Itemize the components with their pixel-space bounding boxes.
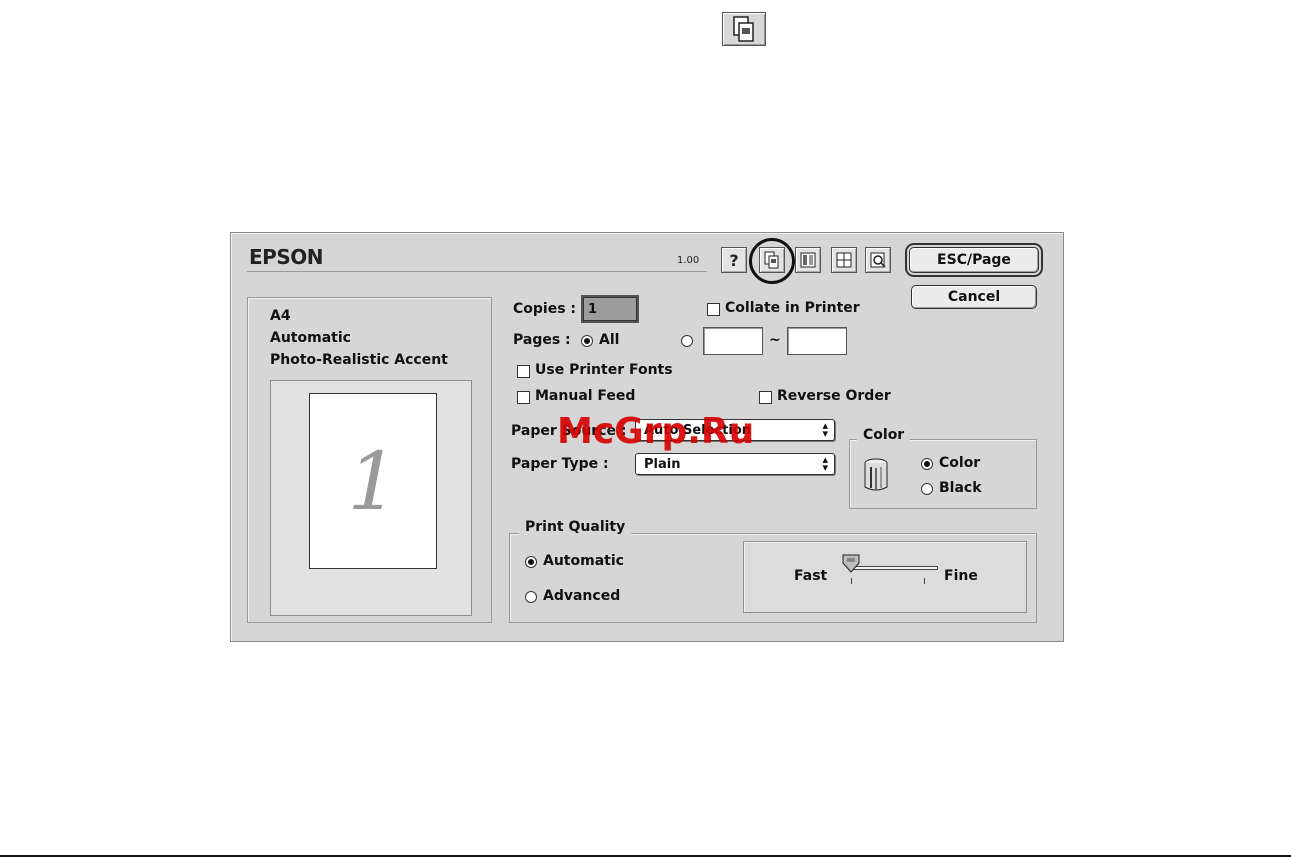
pages-range-separator: ~ bbox=[769, 332, 781, 348]
page-preview-frame: 1 bbox=[270, 380, 472, 616]
pages-all-radio[interactable] bbox=[581, 335, 593, 347]
quality-advanced-label: Advanced bbox=[543, 588, 621, 604]
summary-mode: Automatic bbox=[270, 330, 351, 346]
paper-type-select[interactable]: Plain ▴ ▾ bbox=[635, 453, 835, 475]
help-icon: ? bbox=[729, 250, 739, 270]
pages-all-label: All bbox=[599, 332, 620, 348]
manual-feed-checkbox[interactable] bbox=[517, 391, 530, 404]
print-quality-title: Print Quality bbox=[519, 519, 632, 535]
overlay-icon bbox=[800, 252, 816, 268]
pages-range-radio[interactable] bbox=[681, 335, 693, 347]
pages-from-input[interactable] bbox=[703, 327, 763, 355]
quality-automatic-radio[interactable] bbox=[525, 556, 537, 568]
manual-feed-label: Manual Feed bbox=[535, 388, 636, 404]
black-radio-label: Black bbox=[939, 480, 982, 496]
quality-slider-track[interactable] bbox=[852, 566, 938, 570]
summary-paper: A4 bbox=[270, 308, 291, 324]
slider-fast-label: Fast bbox=[794, 568, 828, 584]
color-radio-label: Color bbox=[939, 455, 981, 471]
page-setup-button[interactable] bbox=[831, 247, 857, 273]
driver-version: 1.00 bbox=[677, 255, 700, 266]
copies-label: Copies : bbox=[513, 301, 577, 317]
page-preview-number: 1 bbox=[347, 434, 399, 528]
use-printer-fonts-checkbox[interactable] bbox=[517, 365, 530, 378]
ink-cartridge-icon bbox=[863, 457, 889, 493]
pages-to-input[interactable] bbox=[787, 327, 847, 355]
preview-icon bbox=[870, 252, 886, 268]
quality-automatic-label: Automatic bbox=[543, 553, 624, 569]
copies-input[interactable]: 1 bbox=[583, 297, 637, 321]
reverse-order-checkbox[interactable] bbox=[759, 391, 772, 404]
slider-fine-label: Fine bbox=[944, 568, 978, 584]
updown-arrow-icon: ▴ ▾ bbox=[822, 453, 828, 474]
highlight-circle bbox=[749, 238, 795, 284]
quality-slider-panel: Fast Fine bbox=[743, 541, 1027, 613]
slider-tick bbox=[851, 578, 852, 584]
brand-title: EPSON bbox=[249, 245, 323, 269]
print-layout-icon bbox=[722, 12, 766, 46]
preview-button[interactable] bbox=[865, 247, 891, 273]
paper-type-label: Paper Type : bbox=[511, 456, 609, 472]
updown-arrow-icon: ▴ ▾ bbox=[822, 419, 828, 440]
settings-summary-panel: A4 Automatic Photo-Realistic Accent 1 bbox=[247, 297, 492, 623]
footer-rule bbox=[0, 855, 1291, 857]
cancel-button[interactable]: Cancel bbox=[911, 285, 1037, 309]
reverse-order-label: Reverse Order bbox=[777, 388, 891, 404]
page-setup-icon bbox=[836, 252, 852, 268]
slider-tick bbox=[924, 578, 925, 584]
esc-page-button[interactable]: ESC/Page bbox=[905, 243, 1043, 277]
print-dialog: EPSON 1.00 ? ESC/Page Cancel A4 Automati… bbox=[230, 232, 1064, 642]
use-printer-fonts-label: Use Printer Fonts bbox=[535, 362, 673, 378]
watermark-text: McGrp.Ru bbox=[557, 411, 755, 452]
paper-type-value: Plain bbox=[644, 456, 681, 472]
help-button[interactable]: ? bbox=[721, 247, 747, 273]
collate-label: Collate in Printer bbox=[725, 300, 860, 316]
overlay-button[interactable] bbox=[795, 247, 821, 273]
pages-label: Pages : bbox=[513, 332, 571, 348]
color-radio[interactable] bbox=[921, 458, 933, 470]
collate-checkbox[interactable] bbox=[707, 303, 720, 316]
color-group-title: Color bbox=[857, 427, 911, 443]
quality-advanced-radio[interactable] bbox=[525, 591, 537, 603]
black-radio[interactable] bbox=[921, 483, 933, 495]
page-preview: 1 bbox=[309, 393, 437, 569]
quality-slider-thumb[interactable] bbox=[842, 554, 860, 573]
title-divider bbox=[247, 271, 707, 272]
summary-setting: Photo-Realistic Accent bbox=[270, 352, 448, 368]
